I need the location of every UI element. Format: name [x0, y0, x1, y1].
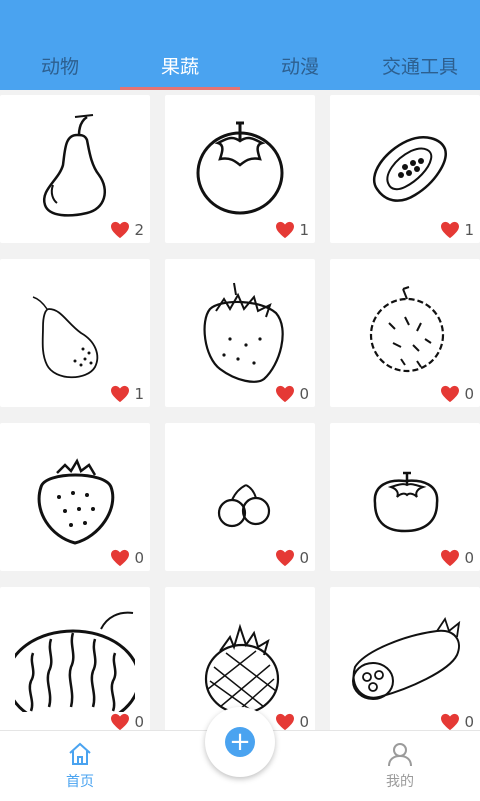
likes-badge[interactable]: 2	[110, 221, 144, 239]
likes-count: 0	[299, 549, 309, 567]
top-app-bar: 动物 果蔬 动漫 交通工具	[0, 0, 480, 90]
card-lotus-root[interactable]: 0	[330, 587, 480, 735]
likes-count: 1	[299, 221, 309, 239]
likes-badge[interactable]: 0	[275, 385, 309, 403]
cherries-drawing	[217, 484, 271, 528]
likes-count: 1	[134, 385, 144, 403]
add-drawing-button[interactable]: +	[205, 707, 275, 777]
heart-icon	[111, 549, 130, 567]
lotus-root-drawing	[352, 616, 461, 700]
pineapple-drawing	[204, 623, 280, 712]
heart-icon	[441, 385, 460, 403]
likes-badge[interactable]: 1	[275, 221, 309, 239]
card-pear-sketch[interactable]: 1	[0, 259, 150, 407]
likes-count: 0	[464, 549, 474, 567]
strawberry-drawing	[203, 282, 284, 383]
pear-sketch-drawing	[32, 296, 99, 379]
card-papaya[interactable]: 1	[330, 95, 480, 243]
heart-icon	[111, 385, 130, 403]
likes-badge[interactable]: 0	[440, 549, 474, 567]
card-tomato[interactable]: 0	[330, 423, 480, 571]
likes-badge[interactable]: 1	[440, 221, 474, 239]
card-durian[interactable]: 0	[330, 259, 480, 407]
heart-icon	[276, 385, 295, 403]
heart-icon	[276, 713, 295, 731]
likes-count: 2	[134, 221, 144, 239]
card-cherries[interactable]: 0	[165, 423, 315, 571]
tab-vehicles[interactable]: 交通工具	[360, 40, 480, 90]
heart-icon	[276, 549, 295, 567]
heart-icon	[441, 713, 460, 731]
durian-drawing	[369, 286, 445, 373]
tab-fruits-vegetables[interactable]: 果蔬	[120, 40, 240, 90]
likes-badge[interactable]: 0	[110, 713, 144, 731]
tab-animals[interactable]: 动物	[0, 40, 120, 90]
tab-anime[interactable]: 动漫	[240, 40, 360, 90]
likes-badge[interactable]: 1	[110, 385, 144, 403]
plus-icon: +	[225, 727, 255, 757]
nav-home-label: 首页	[66, 774, 94, 790]
user-icon	[388, 743, 412, 767]
strawberry-2-drawing	[37, 458, 115, 545]
heart-icon	[441, 221, 460, 239]
drawing-grid: 2 1 1 1 0 0 0 0 0 0 0 0	[0, 95, 480, 735]
pear-drawing	[42, 114, 107, 217]
nav-me-label: 我的	[386, 774, 414, 790]
likes-badge[interactable]: 0	[440, 385, 474, 403]
likes-badge[interactable]: 0	[440, 713, 474, 731]
likes-badge[interactable]: 0	[275, 549, 309, 567]
nav-me[interactable]: 我的	[340, 731, 460, 801]
likes-count: 0	[299, 385, 309, 403]
heart-icon	[441, 549, 460, 567]
likes-badge[interactable]: 0	[110, 549, 144, 567]
category-tabs: 动物 果蔬 动漫 交通工具	[0, 40, 480, 90]
papaya-drawing	[372, 136, 447, 202]
heart-icon	[111, 713, 130, 731]
likes-count: 0	[464, 385, 474, 403]
likes-count: 0	[299, 713, 309, 731]
card-persimmon[interactable]: 1	[165, 95, 315, 243]
nav-home[interactable]: 首页	[20, 731, 140, 801]
likes-count: 0	[464, 713, 474, 731]
likes-badge[interactable]: 0	[275, 713, 309, 731]
likes-count: 1	[464, 221, 474, 239]
likes-count: 0	[134, 549, 144, 567]
likes-count: 0	[134, 713, 144, 731]
persimmon-drawing	[196, 121, 284, 215]
card-strawberry[interactable]: 0	[165, 259, 315, 407]
card-strawberry-2[interactable]: 0	[0, 423, 150, 571]
watermelon-drawing	[15, 611, 135, 712]
heart-icon	[276, 221, 295, 239]
card-pear[interactable]: 2	[0, 95, 150, 243]
heart-icon	[111, 221, 130, 239]
card-watermelon[interactable]: 0	[0, 587, 150, 735]
tomato-drawing	[373, 471, 439, 533]
home-icon	[69, 742, 91, 765]
